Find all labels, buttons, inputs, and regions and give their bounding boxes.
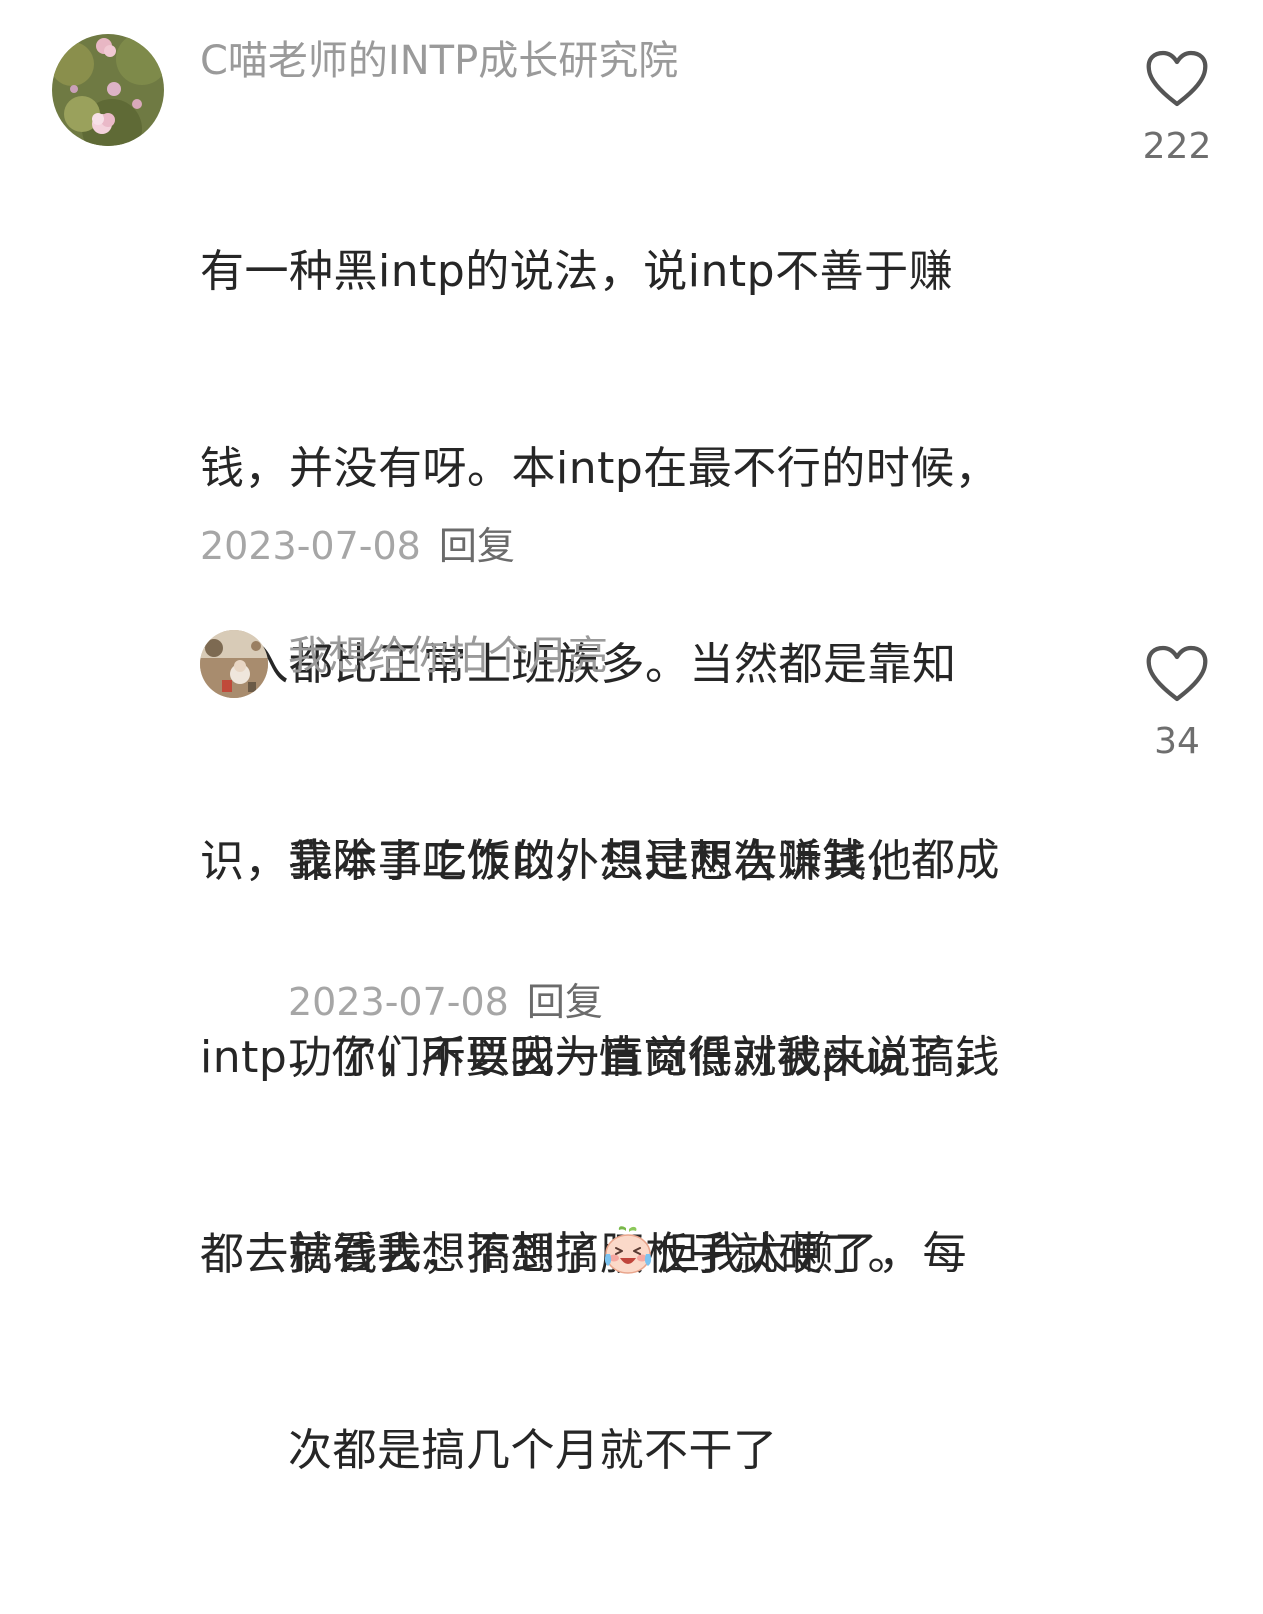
comment-date: 2023-07-08 [288, 980, 509, 1024]
comment-username[interactable]: 我想给你拍个月亮 [288, 631, 608, 681]
reply-button[interactable]: 回复 [527, 980, 603, 1024]
comment-text-segment: 但我太懒了，每 [655, 1228, 967, 1279]
comment-text-line: 次都是搞几个月就不干了 [288, 1424, 778, 1476]
comment-text-line: 我除了工作以外想过两次赚钱，都成 [288, 835, 1000, 886]
crying-laughing-emoji-icon [602, 1224, 654, 1276]
heart-outline-icon [1146, 50, 1208, 107]
comment-date: 2023-07-08 [200, 524, 421, 568]
hydrangea-flowers-avatar-icon [52, 34, 164, 146]
outdoor-scene-avatar-icon [200, 630, 268, 698]
reply-button[interactable]: 回复 [439, 524, 515, 568]
comment-text-line: 有一种黑intp的说法，说intp不善于赚 [200, 246, 954, 297]
comment-username[interactable]: C喵老师的INTP成长研究院 [200, 36, 678, 86]
comment-meta: 2023-07-08 回复 [288, 978, 603, 1026]
avatar[interactable] [52, 34, 164, 146]
comment-item: C喵老师的INTP成长研究院 有一种黑intp的说法，说intp不善于赚 钱，并… [0, 0, 1263, 1280]
like-button[interactable] [1145, 50, 1209, 108]
comment-meta: 2023-07-08 回复 [200, 522, 515, 570]
comment-content: 我除了工作以外想过两次赚钱，都成 功了，所以我一直觉得对我来说搞钱 就看我想不想… [288, 697, 1108, 1614]
comment-item: 我想给你拍个月亮 我除了工作以外想过两次赚钱，都成 功了，所以我一直觉得对我来说… [0, 600, 1263, 1476]
like-button[interactable] [1145, 645, 1209, 703]
heart-outline-icon [1146, 645, 1208, 702]
like-count: 222 [1142, 126, 1212, 167]
like-count: 34 [1154, 721, 1200, 762]
avatar[interactable] [200, 630, 268, 698]
comment-text-line: 就看我想不想搞 但我太懒了，每 [288, 1221, 1108, 1287]
comment-text-segment: 就看我想不想搞 [288, 1228, 600, 1279]
comment-text-line: 功了，所以我一直觉得对我来说搞钱 [288, 1031, 1000, 1083]
comment-text-line: 钱，并没有呀。本intp在最不行的时候， [200, 442, 1000, 494]
